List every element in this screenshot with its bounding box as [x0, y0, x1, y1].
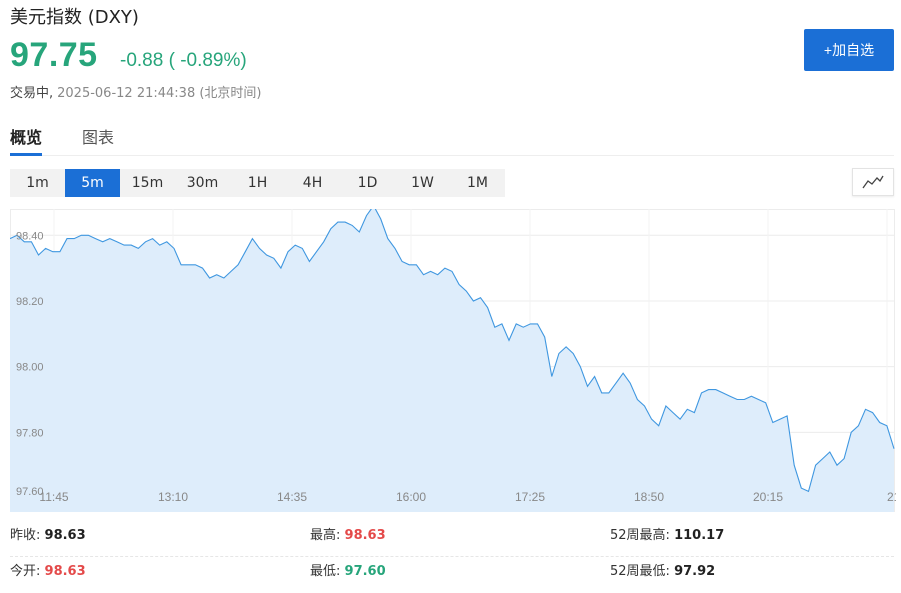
stat-value: 98.63: [344, 528, 386, 543]
x-tick-label: 16:00: [396, 490, 426, 504]
stat-label: 昨收:: [10, 528, 41, 543]
stat-value: 98.63: [44, 564, 86, 579]
stat-value: 97.60: [344, 564, 386, 579]
chart-type-button[interactable]: [852, 168, 894, 196]
period-5m[interactable]: 5m: [65, 169, 120, 197]
stat-52w-low: 52周最低: 97.92: [610, 557, 715, 587]
status-label: 交易中,: [10, 86, 54, 101]
price-chart[interactable]: 98.40 98.20 98.00 97.80 97.60 11:45 13:10 14:35…: [10, 209, 896, 514]
y-tick-label: 98.40: [16, 230, 44, 242]
period-1m[interactable]: 1m: [10, 169, 65, 197]
y-tick-label: 97.80: [16, 427, 44, 439]
x-tick-label: 13:10: [158, 490, 188, 504]
price-change: -0.88 ( -0.89%): [120, 50, 247, 71]
stat-value: 97.92: [674, 564, 716, 579]
x-tick-label: 11:45: [39, 490, 68, 504]
trading-status: 交易中, 2025-06-12 21:44:38 (北京时间): [10, 82, 262, 101]
x-tick-label: 21:4: [887, 490, 896, 504]
price-area: [10, 209, 894, 512]
stat-label: 最低:: [310, 564, 341, 579]
tab-chart[interactable]: 图表: [82, 124, 114, 156]
y-tick-label: 98.00: [16, 362, 44, 374]
period-1mo[interactable]: 1M: [450, 169, 505, 197]
stat-value: 98.63: [44, 528, 86, 543]
period-selector: 1m 5m 15m 30m 1H 4H 1D 1W 1M: [10, 169, 505, 197]
add-to-watchlist-button[interactable]: +加自选: [804, 29, 894, 71]
stats-row: 今开: 98.63 最低: 97.60 52周最低: 97.92: [10, 557, 894, 593]
stat-label: 52周最高:: [610, 528, 670, 543]
stat-label: 52周最低:: [610, 564, 670, 579]
timestamp: 2025-06-12 21:44:38 (北京时间): [57, 86, 262, 101]
y-tick-label: 98.20: [16, 296, 44, 308]
period-1h[interactable]: 1H: [230, 169, 285, 197]
stats-row: 昨收: 98.63 最高: 98.63 52周最高: 110.17: [10, 521, 894, 557]
stats-table: 昨收: 98.63 最高: 98.63 52周最高: 110.17 今开: 98…: [10, 521, 894, 593]
page-title: 美元指数 (DXY): [10, 7, 139, 28]
period-1d[interactable]: 1D: [340, 169, 395, 197]
stat-label: 最高:: [310, 528, 341, 543]
stat-low: 最低: 97.60: [310, 557, 386, 587]
x-tick-label: 14:35: [277, 490, 307, 504]
last-price: 97.75: [10, 36, 98, 74]
stat-value: 110.17: [674, 528, 725, 543]
line-chart-icon: [862, 175, 884, 189]
period-4h[interactable]: 4H: [285, 169, 340, 197]
x-tick-label: 18:50: [634, 490, 664, 504]
tab-overview[interactable]: 概览: [10, 124, 42, 156]
period-30m[interactable]: 30m: [175, 169, 230, 197]
x-tick-label: 17:25: [515, 490, 545, 504]
period-15m[interactable]: 15m: [120, 169, 175, 197]
stat-high: 最高: 98.63: [310, 521, 386, 551]
stat-52w-high: 52周最高: 110.17: [610, 521, 724, 551]
tab-bar: 概览 图表: [10, 124, 894, 156]
stat-open: 今开: 98.63: [10, 557, 86, 587]
stat-prev-close: 昨收: 98.63: [10, 521, 86, 551]
price-chart-svg: 98.4098.2098.0097.8097.6011:45 13:10 14:35…: [10, 209, 896, 512]
stat-label: 今开:: [10, 564, 41, 579]
period-1w[interactable]: 1W: [395, 169, 450, 197]
x-tick-label: 20:15: [753, 490, 783, 504]
